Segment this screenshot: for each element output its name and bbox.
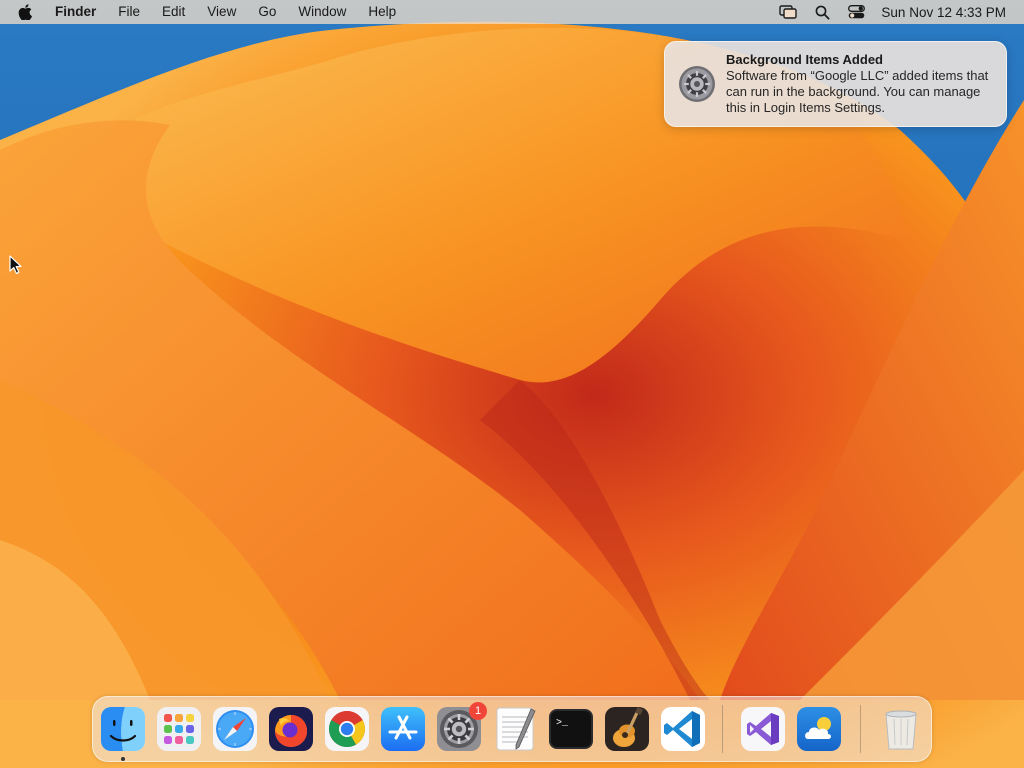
launchpad-icon	[157, 707, 201, 751]
dock-separator	[722, 705, 723, 753]
dock-weather[interactable]	[795, 705, 843, 753]
trash-icon	[885, 710, 917, 750]
vscode-icon	[661, 707, 705, 751]
terminal-icon: >_	[549, 709, 593, 749]
menu-edit[interactable]: Edit	[151, 0, 196, 24]
menu-app-name[interactable]: Finder	[44, 0, 107, 24]
menu-view[interactable]: View	[196, 0, 247, 24]
apple-menu-icon[interactable]	[0, 0, 44, 24]
mouse-pointer-icon	[9, 255, 23, 280]
dock-firefox[interactable]	[267, 705, 315, 753]
visual-studio-icon	[741, 707, 785, 751]
menu-go[interactable]: Go	[247, 0, 287, 24]
menu-file[interactable]: File	[107, 0, 151, 24]
menu-help[interactable]: Help	[357, 0, 407, 24]
menu-window[interactable]: Window	[287, 0, 357, 24]
notification-banner[interactable]: Background Items Added Software from “Go…	[664, 41, 1007, 127]
spotlight-search-icon[interactable]	[811, 0, 833, 24]
menu-bar: Finder File Edit View Go Window Help Sun…	[0, 0, 1024, 24]
safari-icon	[213, 707, 257, 751]
menu-bar-clock[interactable]: Sun Nov 12 4:33 PM	[881, 5, 1006, 20]
dock-terminal[interactable]: >_	[547, 705, 595, 753]
dock-chrome[interactable]	[323, 705, 371, 753]
dock-textedit[interactable]	[491, 705, 539, 753]
app-store-icon	[381, 707, 425, 751]
dock-garageband[interactable]	[603, 705, 651, 753]
firefox-icon	[269, 707, 313, 751]
finder-icon	[101, 707, 145, 751]
notification-title: Background Items Added	[726, 52, 883, 67]
dock-safari[interactable]	[211, 705, 259, 753]
textedit-icon	[496, 707, 536, 751]
dock-app-store[interactable]	[379, 705, 427, 753]
weather-icon	[797, 707, 841, 751]
dock-visual-studio[interactable]	[739, 705, 787, 753]
control-center-icon[interactable]	[845, 0, 867, 24]
chrome-icon	[325, 707, 369, 751]
notification-badge: 1	[469, 702, 487, 720]
svg-text:>_: >_	[556, 718, 569, 729]
dock-trash[interactable]	[877, 705, 925, 753]
system-settings-gear-icon	[678, 65, 716, 103]
notification-body: Software from “Google LLC” added items t…	[726, 68, 989, 115]
screen-mirroring-icon[interactable]	[777, 0, 799, 24]
finder-running-indicator	[121, 757, 125, 761]
dock-separator	[860, 705, 861, 753]
dock-launchpad[interactable]	[155, 705, 203, 753]
garageband-icon	[605, 707, 649, 751]
dock-finder[interactable]	[99, 705, 147, 753]
dock-vscode[interactable]	[659, 705, 707, 753]
